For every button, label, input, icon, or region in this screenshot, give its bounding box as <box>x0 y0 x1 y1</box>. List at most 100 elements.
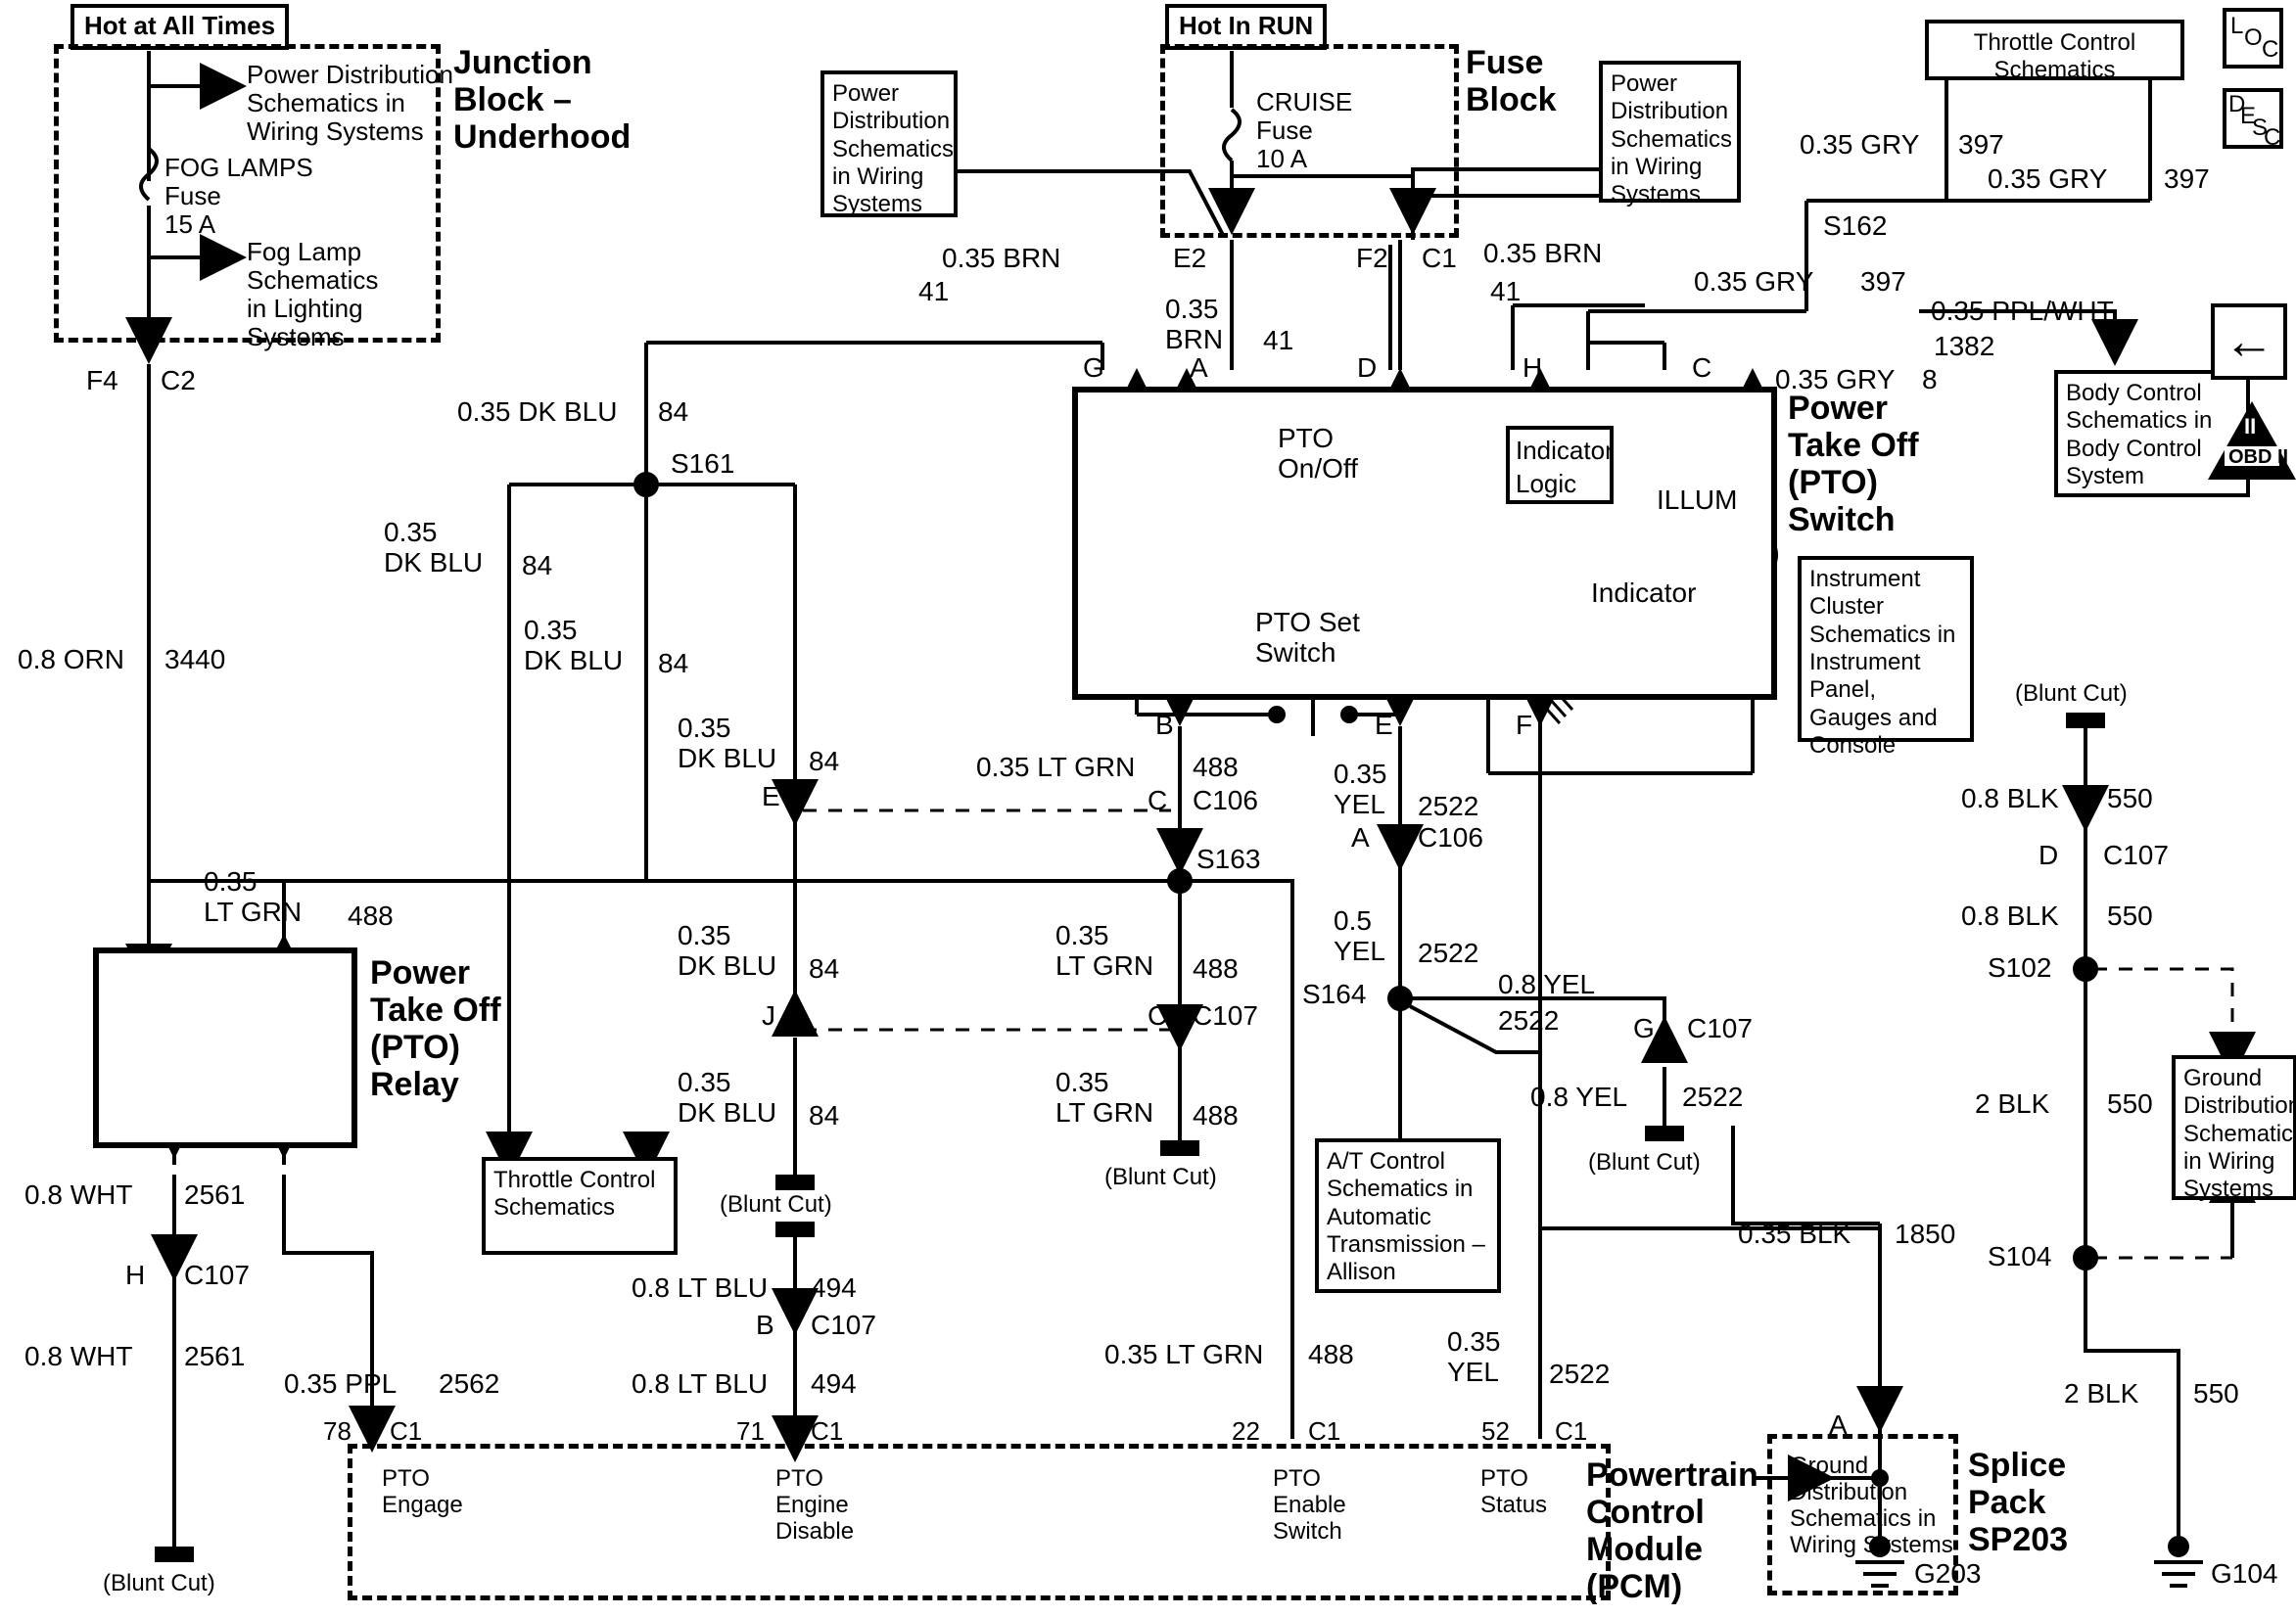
terminal-b-c107-ltblu: B <box>756 1310 774 1340</box>
wire-wht-2561a-circuit: 2561 <box>184 1179 246 1210</box>
wire-orn-3440-circuit: 3440 <box>164 644 226 674</box>
wire-blk-1850-spec: 0.35 BLK <box>1738 1219 1851 1249</box>
wire-gry-397c-spec: 0.35 GRY <box>1694 266 1814 297</box>
junction-block-label: Junction Block – Underhood <box>453 44 632 157</box>
wire-dkblu-84c-circuit: 84 <box>658 648 689 678</box>
terminal-c-c106: C <box>1148 785 1168 815</box>
wire-ltgrn-488c-spec: 0.35 LT GRN <box>1055 920 1154 982</box>
ref-ground-dist-bottom[interactable]: Ground Distribution Schematics in Wiring… <box>1790 1453 1976 1559</box>
obd-icon-label: OBD II <box>2228 446 2289 468</box>
wire-dkblu-84d-circuit: 84 <box>809 746 840 776</box>
pcm-pin-52: 52 <box>1481 1416 1510 1446</box>
pto-on-off-label: PTO On/Off <box>1278 423 1358 485</box>
wire-dkblu-84a-spec: 0.35 DK BLU <box>457 396 618 427</box>
wire-ppl-2562-circuit: 2562 <box>439 1368 500 1399</box>
splice-s162: S162 <box>1823 210 1888 241</box>
wire-pplwht-1382-circuit: 1382 <box>1934 331 1995 361</box>
ref-throttle-control-top[interactable]: Throttle Control Schematics <box>1925 20 2184 83</box>
splice-s104: S104 <box>1988 1241 2052 1271</box>
terminal-e-c106: E <box>762 781 780 811</box>
wire-brn-41a-circuit: 41 <box>918 276 950 306</box>
pto-switch-box <box>1072 387 1777 700</box>
wire-blk-550c-spec: 2 BLK <box>1975 1088 2050 1119</box>
blunt-cut-dkblu-label: (Blunt Cut) <box>720 1191 832 1218</box>
pto-switch-pin-e: E <box>1375 710 1393 740</box>
wire-pplwht-1382-spec: 0.35 PPL/WHT <box>1931 296 2114 326</box>
connector-c106-ltgrn: C106 <box>1193 785 1258 815</box>
wire-yel-2522d-spec: 0.8 YEL <box>1530 1082 1628 1112</box>
wire-ltgrn-488b-circuit: 488 <box>348 901 394 931</box>
wire-gry-397b-circuit: 397 <box>2164 163 2210 194</box>
blunt-cut-square-wht <box>155 1547 194 1562</box>
wire-brn-41b-circuit: 41 <box>1490 276 1522 306</box>
wire-dkblu-84f-circuit: 84 <box>809 1100 840 1131</box>
wire-ltgrn-488e-circuit: 488 <box>1308 1339 1354 1369</box>
blunt-cut-square-ltgrn <box>1160 1140 1199 1156</box>
ref-body-control[interactable]: Body Control Schematics in Body Control … <box>2054 370 2250 497</box>
pcm-label: Powertrain Control Module (PCM) <box>1586 1456 1758 1606</box>
wire-yel-2522c-circuit: 2522 <box>1498 1005 1560 1036</box>
terminal-j-c107: J <box>762 1000 775 1031</box>
blunt-cut-blk-label: (Blunt Cut) <box>2015 680 2128 707</box>
splice-pack-label: Splice Pack SP203 <box>1968 1447 2069 1559</box>
ref-pds-wiring-3[interactable]: Power Distribution Schematics in Wiring … <box>1599 61 1741 208</box>
wire-ppl-2562-spec: 0.35 PPL <box>284 1368 398 1399</box>
pcm-conn-78: C1 <box>390 1416 423 1446</box>
ref-pds-wiring-1[interactable]: Power Distribution Schematics in Wiring … <box>247 60 453 146</box>
splice-s102: S102 <box>1988 952 2052 983</box>
pto-switch-pin-f: F <box>1516 710 1533 740</box>
pcm-fn-pto-status: PTO Status <box>1480 1465 1548 1518</box>
wire-ltgrn-488a-circuit: 488 <box>1193 752 1239 782</box>
illum-label: ILLUM <box>1657 485 1738 515</box>
wire-blk-550c-circuit: 550 <box>2107 1088 2153 1119</box>
ref-throttle-control-mid[interactable]: Throttle Control Schematics <box>482 1157 678 1255</box>
wire-ltblu-494a-circuit: 494 <box>811 1272 857 1303</box>
arrow-left-icon[interactable]: ← <box>2211 303 2287 380</box>
pto-relay-box <box>93 947 357 1148</box>
wire-yel-2522d-circuit: 2522 <box>1682 1082 1744 1112</box>
wire-gry-8-circuit: 8 <box>1922 364 1938 394</box>
terminal-g-c107-yel: G <box>1633 1013 1655 1043</box>
ref-pds-wiring-2[interactable]: Power Distribution Schematics in Wiring … <box>820 70 958 217</box>
terminal-f4: F4 <box>86 365 118 395</box>
connector-c107-yel: C107 <box>1687 1013 1753 1043</box>
wire-ltgrn-488d-spec: 0.35 LT GRN <box>1055 1067 1154 1129</box>
terminal-c-c107: C <box>1148 1000 1168 1031</box>
terminal-a-c106-yel: A <box>1351 822 1370 853</box>
terminal-a-splice-pack: A <box>1829 1409 1848 1440</box>
pto-switch-pin-d: D <box>1357 352 1378 383</box>
wire-yel-2522c-spec: 0.8 YEL <box>1498 969 1596 999</box>
wire-brn-41c-circuit: 41 <box>1263 325 1294 355</box>
ref-at-control[interactable]: A/T Control Schematics in Automatic Tran… <box>1315 1138 1501 1293</box>
blunt-cut-square-yel <box>1645 1126 1684 1141</box>
wire-brn-41c-spec: 0.35 BRN <box>1165 294 1224 355</box>
wire-yel-2522a-circuit: 2522 <box>1418 791 1479 821</box>
terminal-c1-fuse: C1 <box>1422 243 1457 273</box>
pto-relay-label: Power Take Off (PTO) Relay <box>370 954 501 1104</box>
ref-instrument-cluster[interactable]: Instrument Cluster Schematics in Instrum… <box>1798 556 1974 759</box>
terminal-f2: F2 <box>1356 243 1388 273</box>
pto-set-switch-label: PTO Set Switch <box>1255 607 1360 669</box>
wire-wht-2561a-spec: 0.8 WHT <box>24 1179 133 1210</box>
desc-icon: D E S C <box>2223 88 2283 151</box>
pcm-fn-pto-engine-disable: PTO Engine Disable <box>775 1465 855 1545</box>
wire-ltgrn-488c-circuit: 488 <box>1193 953 1239 984</box>
ref-fog-lamp-lighting[interactable]: Fog Lamp Schematics in Lighting Systems <box>247 237 378 351</box>
pto-switch-pin-g: G <box>1083 352 1104 383</box>
wire-blk-550d-circuit: 550 <box>2193 1378 2239 1409</box>
terminal-e2: E2 <box>1173 243 1207 273</box>
ref-ground-dist-right[interactable]: Ground Distribution Schematics in Wiring… <box>2172 1055 2296 1202</box>
wire-blk-550b-spec: 0.8 BLK <box>1961 901 2059 931</box>
wire-yel-2522b-circuit: 2522 <box>1418 938 1479 968</box>
pto-switch-pin-h: H <box>1523 352 1543 383</box>
wire-dkblu-84d-spec: 0.35 DK BLU <box>678 713 777 774</box>
wire-blk-550b-circuit: 550 <box>2107 901 2153 931</box>
wire-orn-3440-spec: 0.8 ORN <box>18 644 124 674</box>
wire-blk-550a-spec: 0.8 BLK <box>1961 783 2059 813</box>
fuse-block-label: Fuse Block <box>1466 44 1557 119</box>
wire-dkblu-84b-spec: 0.35 DK BLU <box>384 517 484 578</box>
blunt-cut-square-ltblu <box>775 1222 815 1237</box>
wire-blk-550a-circuit: 550 <box>2107 783 2153 813</box>
wire-ltblu-494b-spec: 0.8 LT BLU <box>632 1368 769 1399</box>
wire-gry-397c-circuit: 397 <box>1860 266 1906 297</box>
